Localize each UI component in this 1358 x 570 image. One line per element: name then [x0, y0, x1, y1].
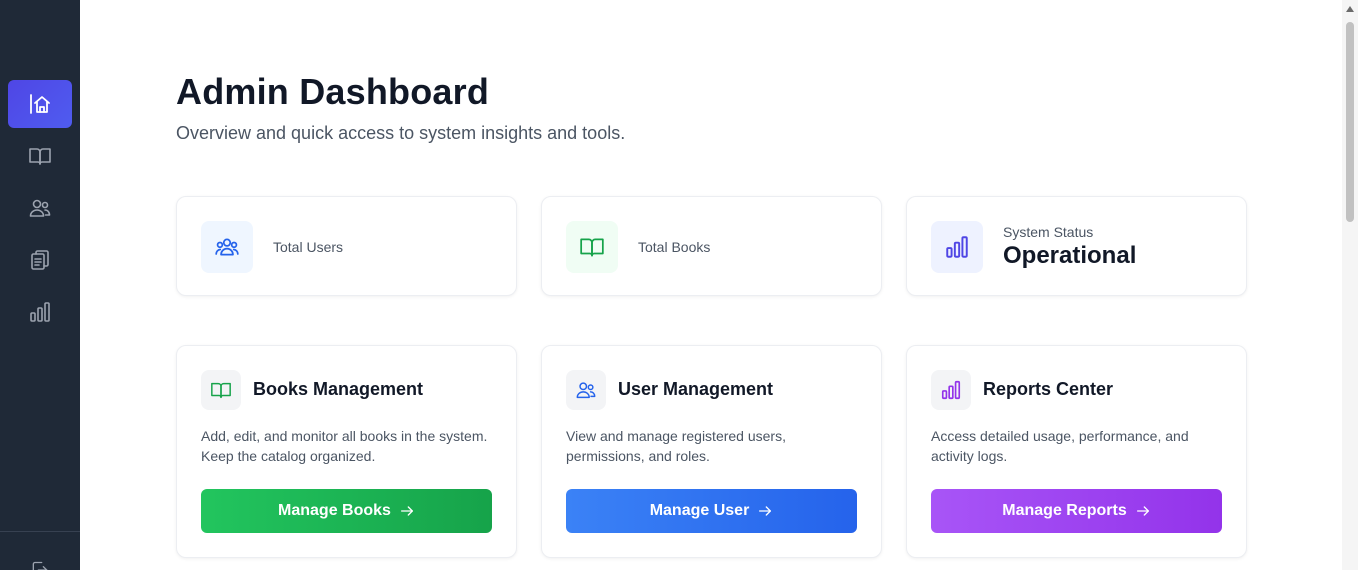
arrow-right-icon	[759, 506, 772, 516]
manage-reports-button[interactable]: Manage Reports	[931, 489, 1222, 533]
arrow-right-icon	[400, 506, 413, 516]
sidebar-item-reports[interactable]	[8, 288, 72, 336]
feature-title: User Management	[618, 379, 774, 399]
stat-icon-users	[201, 221, 253, 273]
book-icon	[29, 148, 51, 165]
feature-card-reports: Reports Center Access detailed usage, pe…	[906, 345, 1247, 558]
users-icon	[576, 382, 596, 399]
vertical-scrollbar[interactable]	[1342, 0, 1358, 570]
feature-description: View and manage registered users, permis…	[566, 428, 786, 464]
stat-card-status: System Status Operational	[906, 196, 1247, 296]
bar-chart-icon	[946, 236, 968, 258]
scroll-up-arrow-icon[interactable]	[1346, 6, 1354, 12]
book-open-icon	[211, 382, 231, 399]
stat-card-users: Total Users	[176, 196, 517, 296]
stat-label: Total Users	[273, 239, 344, 255]
feature-description: Add, edit, and monitor all books in the …	[201, 428, 488, 464]
stat-icon-status	[931, 221, 983, 273]
sidebar-item-users[interactable]	[8, 184, 72, 232]
page-subtitle: Overview and quick access to system insi…	[176, 123, 626, 143]
sidebar-item-books[interactable]	[8, 132, 72, 180]
feature-title: Books Management	[253, 379, 424, 399]
page-title: Admin Dashboard	[176, 71, 490, 112]
sidebar-nav	[0, 80, 80, 340]
scroll-thumb[interactable]	[1346, 22, 1354, 222]
stat-label: Total Books	[638, 239, 711, 255]
feature-icon-books	[201, 370, 241, 410]
clipboard-icon	[31, 250, 49, 270]
manage-books-button[interactable]: Manage Books	[201, 489, 492, 533]
bar-chart-icon	[30, 302, 50, 322]
stat-label: System Status	[1003, 224, 1094, 240]
book-open-icon	[580, 238, 604, 257]
users-icon	[29, 199, 51, 217]
stat-card-books: Total Books	[541, 196, 882, 296]
feature-description: Access detailed usage, performance, and …	[931, 428, 1189, 464]
stat-icon-books	[566, 221, 618, 273]
feature-card-books: Books Management Add, edit, and monitor …	[176, 345, 517, 558]
feature-icon-users	[566, 370, 606, 410]
sidebar-item-records[interactable]	[8, 236, 72, 284]
arrow-right-icon	[1136, 506, 1149, 516]
button-label: Manage Reports	[1002, 502, 1127, 519]
home-icon	[30, 94, 50, 114]
feature-card-users: User Management View and manage register…	[541, 345, 882, 558]
button-label: Manage Books	[278, 502, 391, 519]
sidebar	[0, 0, 80, 570]
stat-value: Operational	[1003, 242, 1137, 269]
button-label: Manage User	[649, 502, 750, 519]
manage-user-button[interactable]: Manage User	[566, 489, 857, 533]
logout-icon[interactable]	[30, 560, 50, 570]
app-root: Admin Dashboard Overview and quick acces…	[0, 0, 1358, 570]
sidebar-divider	[0, 531, 80, 532]
sidebar-item-home[interactable]	[8, 80, 72, 128]
feature-icon-reports	[931, 370, 971, 410]
bar-chart-icon	[941, 380, 961, 400]
users-group-icon	[215, 238, 239, 256]
feature-title: Reports Center	[983, 379, 1114, 399]
main-content: Admin Dashboard Overview and quick acces…	[80, 0, 1342, 570]
